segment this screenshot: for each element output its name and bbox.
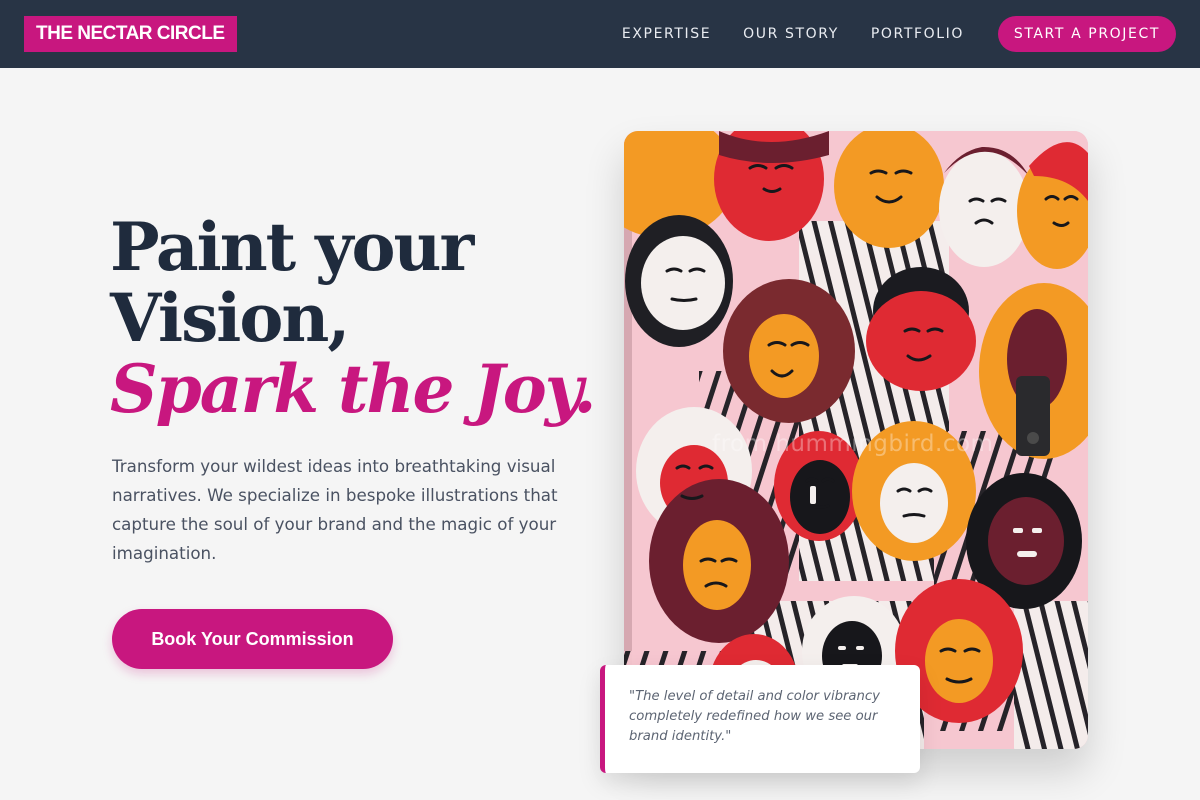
nav-link-expertise[interactable]: EXPERTISE bbox=[622, 26, 711, 42]
top-navbar: THE NECTAR CIRCLE EXPERTISE OUR STORY PO… bbox=[0, 0, 1200, 68]
brand-logo[interactable]: THE NECTAR CIRCLE bbox=[24, 16, 237, 52]
hero-description: Transform your wildest ideas into breath… bbox=[112, 456, 558, 563]
main-navigation: EXPERTISE OUR STORY PORTFOLIO bbox=[622, 0, 964, 68]
nav-link-our-story[interactable]: OUR STORY bbox=[743, 26, 839, 42]
hero-title: Paint your Vision, Spark the Joy. bbox=[110, 208, 597, 428]
hero-title-accent: Spark the Joy. bbox=[110, 350, 597, 428]
testimonial-quote: "The level of detail and color vibrancy … bbox=[629, 689, 880, 744]
artwork-watermark: from hummingbird.com bbox=[712, 431, 994, 457]
hero-title-line-2: Vision, bbox=[110, 279, 350, 357]
book-commission-button[interactable]: Book Your Commission bbox=[112, 609, 393, 669]
start-project-button[interactable]: START A PROJECT bbox=[997, 16, 1176, 52]
testimonial-card: "The level of detail and color vibrancy … bbox=[600, 665, 920, 773]
nav-link-portfolio[interactable]: PORTFOLIO bbox=[871, 26, 964, 42]
hero-title-line-1: Paint your bbox=[110, 208, 474, 286]
